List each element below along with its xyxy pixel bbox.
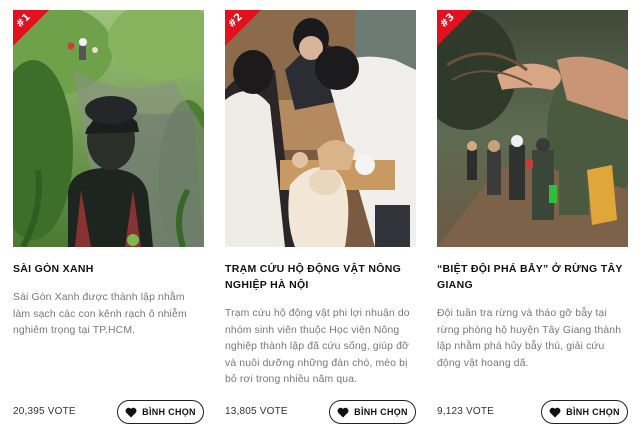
vote-button-label: BÌNH CHỌN [566,407,620,417]
vote-button[interactable]: BÌNH CHỌN [117,400,204,424]
campaign-card-2: #2 TRẠM CỨU HỘ ĐỘNG VẬT NÔNG NGHIỆP HÀ N… [225,10,416,424]
card-description: Sài Gòn Xanh được thành lập nhằm làm sạc… [13,292,187,336]
card-photo[interactable]: #3 [437,10,628,247]
card-photo[interactable]: #2 [225,10,416,247]
card-title[interactable]: SÀI GÒN XANH [13,261,204,277]
vote-button[interactable]: BÌNH CHỌN [329,400,416,424]
card-photo[interactable]: #1 [13,10,204,247]
card-description: Đội tuần tra rừng và tháo gỡ bẫy tại rừn… [437,308,622,369]
heart-icon [125,407,137,417]
rank-badge: #1 [13,10,49,46]
card-footer: 9,123 VOTE BÌNH CHỌN [437,400,628,424]
rank-badge: #2 [225,10,261,46]
vote-button-label: BÌNH CHỌN [142,407,196,417]
card-footer: 13,805 VOTE BÌNH CHỌN [225,400,416,424]
vote-button-label: BÌNH CHỌN [354,407,408,417]
vote-count: 20,395 VOTE [13,406,76,417]
card-title[interactable]: “BIỆT ĐỘI PHÁ BẪY” Ở RỪNG TÂY GIANG [437,261,628,293]
campaign-card-1: #1 SÀI GÒN XANH Sài Gòn Xanh được thành … [13,10,204,424]
rank-badge: #3 [437,10,473,46]
campaign-card-3: #3 “BIỆT ĐỘI PHÁ BẪY” Ở RỪNG TÂY GIANG Đ… [437,10,628,424]
heart-icon [549,407,561,417]
vote-count: 9,123 VOTE [437,406,495,417]
heart-icon [337,407,349,417]
card-footer: 20,395 VOTE BÌNH CHỌN [13,400,204,424]
campaign-grid: #1 SÀI GÒN XANH Sài Gòn Xanh được thành … [0,0,640,434]
card-title[interactable]: TRẠM CỨU HỘ ĐỘNG VẬT NÔNG NGHIỆP HÀ NỘI [225,261,416,293]
card-description: Trạm cứu hộ động vật phi lợi nhuận do nh… [225,308,410,385]
vote-button[interactable]: BÌNH CHỌN [541,400,628,424]
vote-count: 13,805 VOTE [225,406,288,417]
